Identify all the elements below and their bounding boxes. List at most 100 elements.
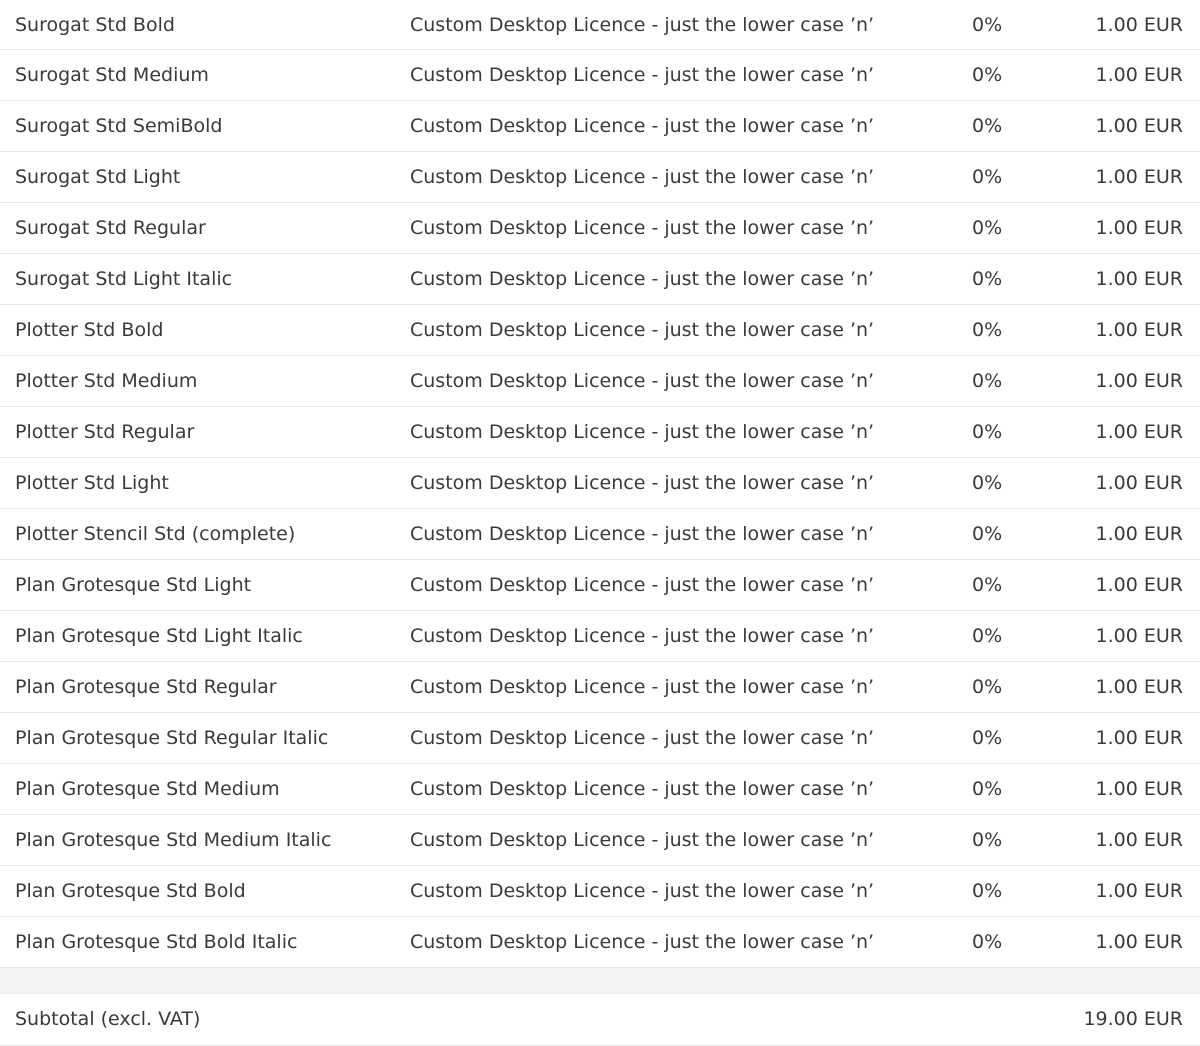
vat-cell: 0% [972, 421, 1003, 443]
price-cell: 1.00 EUR [1095, 268, 1183, 290]
licence-cell: Custom Desktop Licence - just the lower … [410, 625, 875, 647]
vat-cell: 0% [972, 727, 1003, 749]
subtotal-label: Subtotal (excl. VAT) [15, 1008, 201, 1030]
price-cell: 1.00 EUR [1095, 115, 1183, 137]
price-cell: 1.00 EUR [1095, 421, 1183, 443]
table-row: Plotter Std Medium Custom Desktop Licence… [0, 356, 1200, 407]
table-row: Surogat Std Bold Custom Desktop Licence -… [0, 0, 1200, 50]
table-row: Plotter Std Light Custom Desktop Licence … [0, 458, 1200, 509]
price-cell: 1.00 EUR [1095, 166, 1183, 188]
section-spacer [0, 968, 1200, 994]
vat-cell: 0% [972, 472, 1003, 494]
price-cell: 1.00 EUR [1095, 319, 1183, 341]
price-cell: 1.00 EUR [1095, 472, 1183, 494]
table-row: Plan Grotesque Std Bold Custom Desktop Li… [0, 866, 1200, 917]
price-cell: 1.00 EUR [1095, 523, 1183, 545]
table-row: Plan Grotesque Std Bold Italic Custom Des… [0, 917, 1200, 968]
licence-cell: Custom Desktop Licence - just the lower … [410, 319, 875, 341]
table-row: Surogat Std Light Custom Desktop Licence … [0, 152, 1200, 203]
vat-cell: 0% [972, 64, 1003, 86]
price-cell: 1.00 EUR [1095, 14, 1183, 36]
price-cell: 1.00 EUR [1095, 880, 1183, 902]
licence-cell: Custom Desktop Licence - just the lower … [410, 574, 875, 596]
licence-cell: Custom Desktop Licence - just the lower … [410, 14, 875, 36]
font-name-cell: Plotter Std Regular [15, 421, 195, 443]
licence-cell: Custom Desktop Licence - just the lower … [410, 523, 875, 545]
font-name-cell: Surogat Std Light [15, 166, 181, 188]
font-name-cell: Plan Grotesque Std Bold [15, 880, 246, 902]
font-name-cell: Surogat Std SemiBold [15, 115, 223, 137]
font-name-cell: Plan Grotesque Std Regular [15, 676, 277, 698]
price-cell: 1.00 EUR [1095, 370, 1183, 392]
table-row: Surogat Std Regular Custom Desktop Licenc… [0, 203, 1200, 254]
vat-cell: 0% [972, 319, 1003, 341]
font-name-cell: Plotter Std Medium [15, 370, 198, 392]
licence-cell: Custom Desktop Licence - just the lower … [410, 829, 875, 851]
licence-cell: Custom Desktop Licence - just the lower … [410, 727, 875, 749]
vat-cell: 0% [972, 523, 1003, 545]
table-row: Plan Grotesque Std Light Italic Custom De… [0, 611, 1200, 662]
vat-cell: 0% [972, 574, 1003, 596]
vat-cell: 0% [972, 625, 1003, 647]
font-name-cell: Surogat Std Light Italic [15, 268, 233, 290]
font-name-cell: Plan Grotesque Std Bold Italic [15, 931, 298, 953]
font-name-cell: Plan Grotesque Std Medium [15, 778, 280, 800]
font-name-cell: Plotter Std Light [15, 472, 169, 494]
vat-cell: 0% [972, 931, 1003, 953]
line-items-list: Surogat Std Bold Custom Desktop Licence -… [0, 0, 1200, 968]
price-cell: 1.00 EUR [1095, 829, 1183, 851]
order-line-items-table: Surogat Std Bold Custom Desktop Licence -… [0, 0, 1200, 1046]
font-name-cell: Plotter Std Bold [15, 319, 164, 341]
licence-cell: Custom Desktop Licence - just the lower … [410, 370, 875, 392]
price-cell: 1.00 EUR [1095, 574, 1183, 596]
vat-cell: 0% [972, 14, 1003, 36]
licence-cell: Custom Desktop Licence - just the lower … [410, 268, 875, 290]
table-row: Surogat Std Medium Custom Desktop Licence… [0, 50, 1200, 101]
font-name-cell: Surogat Std Medium [15, 64, 209, 86]
vat-cell: 0% [972, 370, 1003, 392]
vat-cell: 0% [972, 268, 1003, 290]
font-name-cell: Surogat Std Bold [15, 14, 175, 36]
table-row: Plan Grotesque Std Medium Italic Custom D… [0, 815, 1200, 866]
vat-cell: 0% [972, 880, 1003, 902]
table-row: Plotter Std Bold Custom Desktop Licence -… [0, 305, 1200, 356]
vat-cell: 0% [972, 166, 1003, 188]
price-cell: 1.00 EUR [1095, 625, 1183, 647]
price-cell: 1.00 EUR [1095, 64, 1183, 86]
table-row: Plotter Std Regular Custom Desktop Licenc… [0, 407, 1200, 458]
licence-cell: Custom Desktop Licence - just the lower … [410, 64, 875, 86]
table-row: Plan Grotesque Std Medium Custom Desktop … [0, 764, 1200, 815]
vat-cell: 0% [972, 778, 1003, 800]
price-cell: 1.00 EUR [1095, 217, 1183, 239]
licence-cell: Custom Desktop Licence - just the lower … [410, 472, 875, 494]
vat-cell: 0% [972, 676, 1003, 698]
licence-cell: Custom Desktop Licence - just the lower … [410, 115, 875, 137]
font-name-cell: Plan Grotesque Std Regular Italic [15, 727, 329, 749]
font-name-cell: Plan Grotesque Std Light Italic [15, 625, 303, 647]
price-cell: 1.00 EUR [1095, 931, 1183, 953]
vat-cell: 0% [972, 217, 1003, 239]
table-row: Surogat Std Light Italic Custom Desktop L… [0, 254, 1200, 305]
licence-cell: Custom Desktop Licence - just the lower … [410, 778, 875, 800]
table-row: Plotter Stencil Std (complete) Custom Des… [0, 509, 1200, 560]
font-name-cell: Plan Grotesque Std Light [15, 574, 252, 596]
price-cell: 1.00 EUR [1095, 727, 1183, 749]
price-cell: 1.00 EUR [1095, 676, 1183, 698]
subtotal-row: Subtotal (excl. VAT) 19.00 EUR [0, 994, 1200, 1046]
table-row: Surogat Std SemiBold Custom Desktop Licen… [0, 101, 1200, 152]
price-cell: 1.00 EUR [1095, 778, 1183, 800]
font-name-cell: Plotter Stencil Std (complete) [15, 523, 296, 545]
licence-cell: Custom Desktop Licence - just the lower … [410, 676, 875, 698]
licence-cell: Custom Desktop Licence - just the lower … [410, 880, 875, 902]
vat-cell: 0% [972, 829, 1003, 851]
vat-cell: 0% [972, 115, 1003, 137]
table-row: Plan Grotesque Std Regular Custom Desktop… [0, 662, 1200, 713]
table-row: Plan Grotesque Std Regular Italic Custom … [0, 713, 1200, 764]
licence-cell: Custom Desktop Licence - just the lower … [410, 931, 875, 953]
licence-cell: Custom Desktop Licence - just the lower … [410, 166, 875, 188]
font-name-cell: Surogat Std Regular [15, 217, 206, 239]
font-name-cell: Plan Grotesque Std Medium Italic [15, 829, 332, 851]
licence-cell: Custom Desktop Licence - just the lower … [410, 217, 875, 239]
subtotal-value: 19.00 EUR [1083, 1008, 1183, 1030]
table-row: Plan Grotesque Std Light Custom Desktop L… [0, 560, 1200, 611]
